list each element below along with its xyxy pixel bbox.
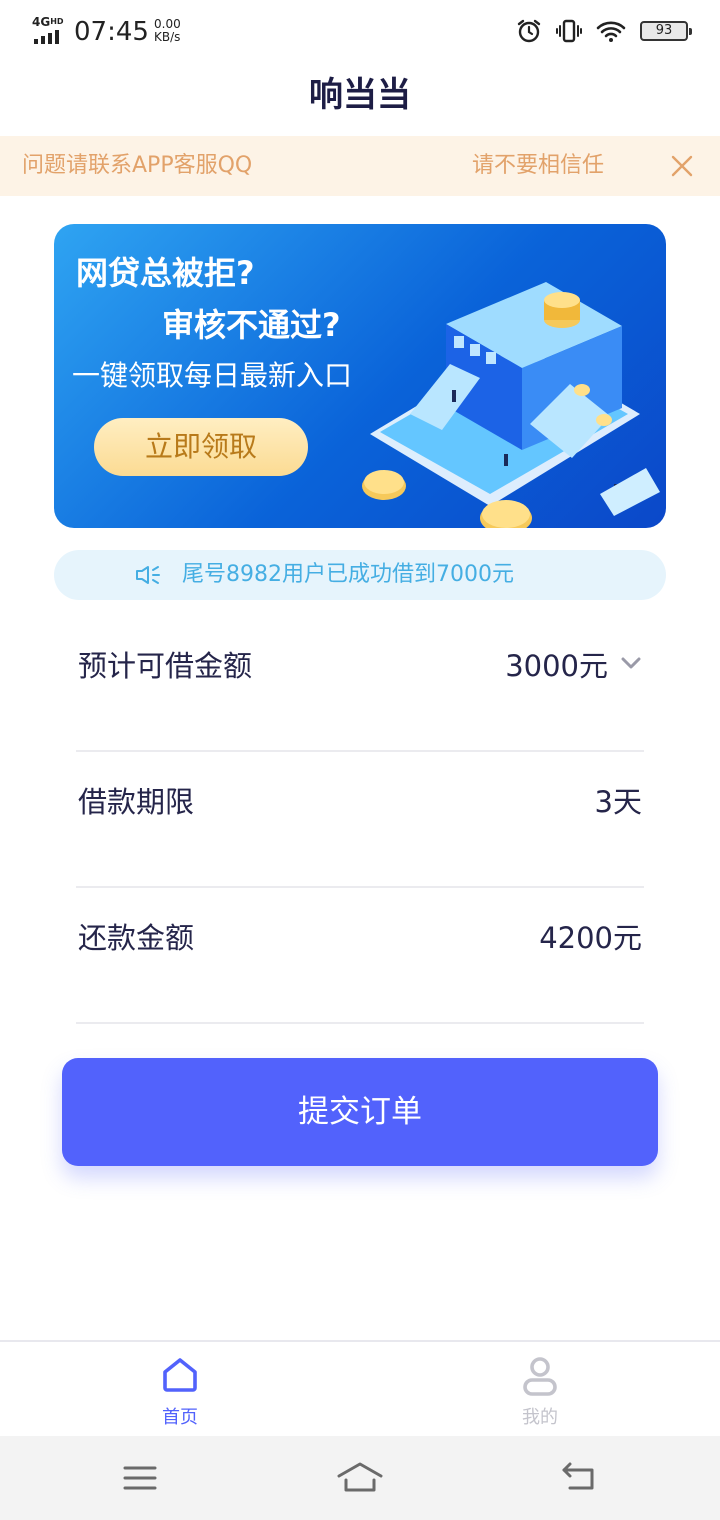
status-bar: 4GHD 07:45 0.00 KB/s 93 [0, 0, 720, 64]
term-value: 3天 [594, 785, 642, 819]
repayment-label: 还款金额 [78, 921, 195, 955]
amount-label: 预计可借金额 [78, 649, 253, 683]
term-label: 借款期限 [78, 785, 195, 819]
banner-tagline: 一键领取每日最新入口 [72, 359, 353, 392]
menu-icon[interactable] [122, 1458, 158, 1498]
page-title: 响当当 [309, 75, 411, 115]
notice-text: 问题请联系APP客服QQ [22, 153, 253, 178]
tab-mine[interactable]: 我的 [480, 1342, 600, 1438]
alarm-icon [517, 19, 541, 43]
claim-button[interactable]: 立即领取 [94, 418, 308, 476]
amount-value[interactable]: 3000元 [505, 616, 608, 716]
banner-headline: 网贷总被拒? [76, 254, 255, 292]
status-time: 07:45 [74, 17, 149, 47]
finance-illustration-icon [362, 282, 660, 528]
submit-order-button[interactable]: 提交订单 [62, 1058, 658, 1166]
chevron-down-icon[interactable] [620, 656, 642, 670]
user-icon [523, 1357, 557, 1396]
tab-home[interactable]: 首页 [120, 1342, 240, 1438]
amount-row[interactable]: 预计可借金额 3000元 [76, 616, 644, 752]
home-nav-icon[interactable] [336, 1458, 384, 1498]
vibrate-icon [556, 19, 582, 43]
repayment-row: 还款金额 4200元 [76, 888, 644, 1024]
success-ticker: 尾号8982用户已成功借到7000元 [54, 550, 666, 600]
promo-banner[interactable]: 网贷总被拒? 审核不通过? 一键领取每日最新入口 立即领取 [54, 224, 666, 528]
notice-bar: 问题请联系APP客服QQ 请不要相信任 [0, 136, 720, 196]
speaker-icon [136, 566, 160, 584]
system-nav-bar [0, 1436, 720, 1520]
notice-text-secondary: 请不要相信任 [472, 153, 605, 178]
term-row: 借款期限 3天 [76, 752, 644, 888]
tab-home-label: 首页 [162, 1407, 198, 1428]
signal-icon: 4GHD [32, 16, 66, 44]
bottom-tab-bar: 首页 我的 [0, 1340, 720, 1436]
back-icon[interactable] [560, 1458, 600, 1498]
banner-subheadline: 审核不通过? [162, 306, 341, 344]
wifi-icon [596, 21, 626, 42]
network-speed: 0.00 KB/s [154, 17, 181, 44]
close-icon[interactable] [664, 148, 700, 184]
home-icon [163, 1358, 197, 1392]
tab-mine-label: 我的 [522, 1407, 558, 1428]
repayment-value: 4200元 [539, 921, 642, 955]
battery-icon: 93 [640, 21, 692, 41]
ticker-text: 尾号8982用户已成功借到7000元 [182, 562, 514, 587]
